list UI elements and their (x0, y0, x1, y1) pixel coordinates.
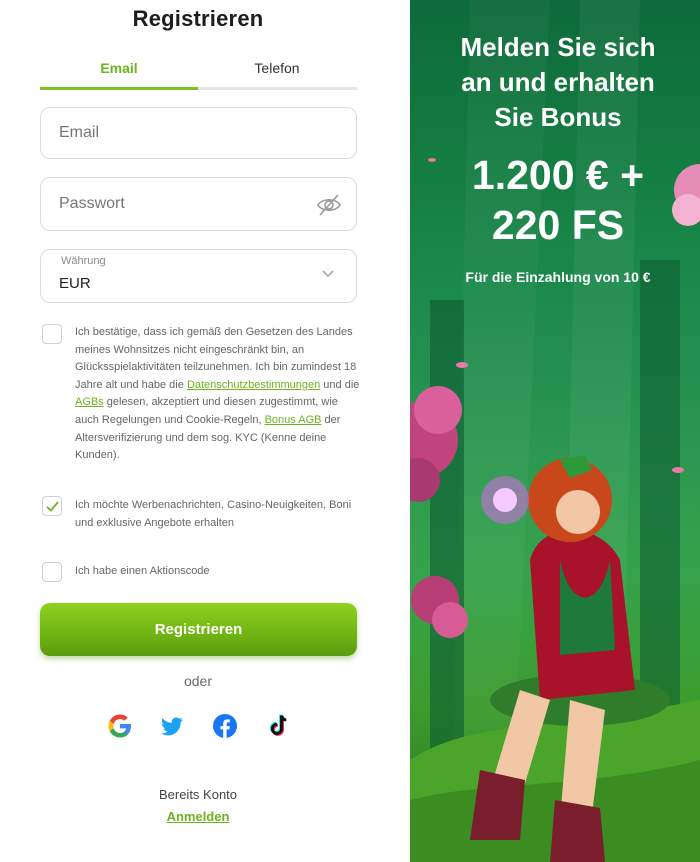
register-button[interactable]: Registrieren (40, 603, 357, 656)
login-link-wrapper: Anmelden (0, 809, 396, 824)
promo-headline-line: an und erhalten (461, 67, 655, 97)
currency-value: EUR (59, 275, 91, 292)
checkmark-icon (46, 501, 59, 512)
bonus-amount-line: 220 FS (491, 202, 625, 248)
registration-form: Registrieren Email Telefon Währung EUR I… (0, 0, 410, 862)
consent-checkbox[interactable] (42, 324, 62, 344)
or-divider: oder (183, 673, 213, 689)
chevron-down-icon (322, 270, 334, 277)
page-title: Registrieren (132, 6, 264, 31)
promo-headline-line: Sie Bonus (494, 102, 622, 132)
promo-banner: Melden Sie sich an und erhalten Sie Bonu… (410, 0, 700, 862)
promo-code-text: Ich habe einen Aktionscode (75, 565, 210, 577)
promo-headline: Melden Sie sich an und erhalten Sie Bonu… (410, 30, 700, 135)
password-field-wrapper (40, 177, 357, 231)
bonus-amount-line: 1.200 € + (471, 152, 645, 198)
login-link[interactable]: Anmelden (167, 809, 230, 824)
currency-label: Währung (61, 255, 106, 267)
facebook-icon[interactable] (211, 712, 239, 740)
tab-phone[interactable]: Telefon (198, 58, 356, 90)
email-field-wrapper (40, 107, 357, 159)
bonus-amount: 1.200 € + 220 FS (410, 150, 700, 250)
marketing-text: Ich möchte Werbenachrichten, Casino-Neui… (75, 499, 352, 529)
email-input[interactable] (59, 108, 319, 158)
password-input[interactable] (59, 178, 319, 230)
marketing-checkbox[interactable] (42, 496, 62, 516)
bonus-terms-link[interactable]: Bonus AGB (265, 414, 322, 426)
consent-text: Ich bestätige, dass ich gemäß den Gesetz… (75, 324, 360, 465)
twitter-icon[interactable] (158, 712, 186, 740)
active-tab-indicator (40, 87, 198, 90)
eye-slash-icon[interactable] (316, 193, 342, 217)
tab-email[interactable]: Email (40, 58, 198, 90)
terms-link[interactable]: AGBs (75, 396, 104, 408)
tab-bar: Email Telefon (40, 58, 357, 90)
tiktok-icon[interactable] (264, 712, 292, 740)
existing-account-text: Bereits Konto (158, 787, 238, 802)
privacy-link[interactable]: Datenschutzbestimmungen (187, 379, 320, 391)
currency-select[interactable]: Währung EUR (40, 249, 357, 303)
promo-code-checkbox[interactable] (42, 562, 62, 582)
promo-headline-line: Melden Sie sich (460, 32, 656, 62)
google-icon[interactable] (106, 712, 134, 740)
deposit-condition: Für die Einzahlung von 10 € (465, 269, 651, 285)
consent-text-part: und die (323, 378, 360, 391)
